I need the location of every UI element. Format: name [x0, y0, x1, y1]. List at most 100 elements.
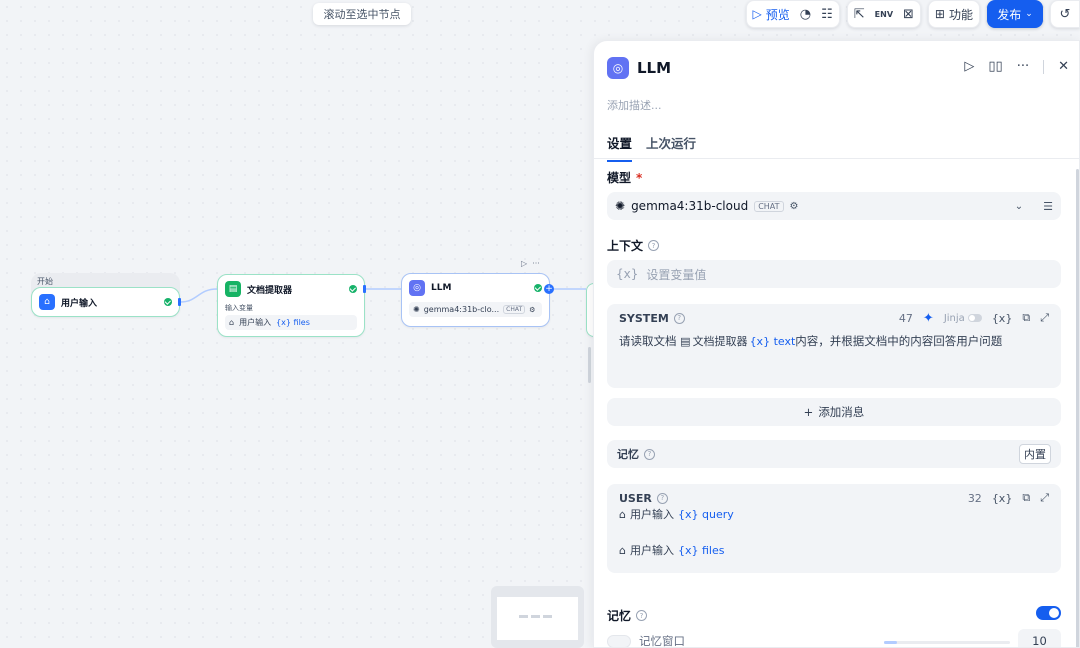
home-icon: ⌂	[229, 318, 235, 327]
llm-node[interactable]: ◎ LLM ✺ gemma4:31b-clo... CHAT ⚙	[401, 273, 550, 327]
memory-window-row: 记忆窗口	[607, 633, 685, 647]
description-input[interactable]: 添加描述...	[607, 97, 662, 113]
context-label: 上下文?	[607, 237, 660, 254]
publish-button[interactable]: 发布 ⌄	[987, 0, 1043, 28]
document-icon: ▤	[680, 335, 691, 348]
system-prompt-editor[interactable]: SYSTEM ? 47 ✦ Jinja {x} ⧉ ⤢ 请读取文档 ▤ 文档提取器…	[607, 304, 1061, 388]
success-check-icon	[534, 284, 542, 292]
copy-icon[interactable]: ⧉	[1022, 491, 1030, 505]
memory-toggle[interactable]	[1036, 606, 1061, 620]
panel-scrollbar[interactable]	[1076, 169, 1079, 647]
run-node-icon[interactable]: ▷	[521, 259, 527, 268]
scroll-to-node-button[interactable]: 滚动至选中节点	[313, 3, 411, 25]
variable-pill: ⌂ 用户输入 {x} files	[619, 542, 1049, 560]
help-icon[interactable]: ?	[648, 240, 660, 251]
llm-node-model: ✺ gemma4:31b-clo... CHAT ⚙	[409, 302, 542, 317]
panel-title[interactable]: LLM	[637, 59, 671, 77]
document-icon: ▤	[225, 281, 241, 297]
model-settings-icon: ⚙	[529, 305, 536, 314]
help-icon[interactable]: ?	[673, 312, 685, 324]
memory-label: 记忆?	[607, 607, 648, 624]
model-params-icon[interactable]: ☰	[1043, 200, 1053, 213]
variable-insert-icon[interactable]: {x}	[992, 312, 1013, 325]
system-prompt-text[interactable]: 请读取文档 ▤ 文档提取器 {x} text 内容，并根据文档中的内容回答用户问题	[607, 332, 1061, 351]
help-icon[interactable]: ?	[656, 492, 668, 504]
copy-icon[interactable]: ⧉	[1022, 311, 1030, 325]
token-count: 32	[967, 491, 982, 505]
memory-window-value[interactable]: 10	[1018, 629, 1061, 647]
builtin-badge: 内置	[1019, 444, 1051, 464]
checklist-icon[interactable]: ☷	[821, 7, 833, 22]
user-role-label: USER	[619, 491, 652, 505]
book-icon[interactable]: ▯▯	[988, 59, 1002, 74]
expand-icon[interactable]: ⤢	[1040, 311, 1049, 325]
token-count: 47	[898, 311, 913, 325]
home-icon: ⌂	[619, 508, 626, 521]
input-variable-label: 输入变量	[225, 304, 253, 312]
play-icon: ▷	[752, 7, 762, 21]
chevron-down-icon: ⌄	[1025, 9, 1033, 19]
success-check-icon	[164, 298, 172, 306]
context-variable-input[interactable]: {x} 设置变量值	[607, 260, 1061, 288]
input-variable-pill: ⌂ 用户输入 {x} files	[225, 315, 357, 330]
sparkle-icon[interactable]: ✦	[923, 311, 934, 326]
config-tools-group: ⇱ ENV ⊠	[846, 0, 921, 28]
expand-icon[interactable]: ⤢	[1040, 491, 1049, 505]
run-history-icon[interactable]: ◔	[800, 7, 811, 22]
history-button[interactable]: ↺	[1050, 0, 1080, 28]
help-icon[interactable]: ?	[636, 610, 648, 621]
llm-node-title: LLM	[431, 283, 452, 293]
success-check-icon	[349, 285, 357, 293]
history-icon: ↺	[1059, 6, 1071, 22]
model-config-icon: ⚙	[789, 200, 799, 212]
llm-settings-panel: ◎ LLM ▷ ▯▯ ··· ✕ 添加描述... 设置 上次运行 模型 * ✺ g…	[593, 40, 1080, 648]
features-group: ⊞ 功能	[927, 0, 980, 28]
memory-window-toggle[interactable]	[607, 634, 631, 647]
run-tools-group: ▷ 预览 ◔ ☷	[745, 0, 840, 28]
start-node[interactable]: ⌂ 用户输入	[31, 287, 180, 317]
home-icon: ⌂	[619, 544, 626, 557]
more-icon[interactable]: ···	[532, 259, 540, 268]
llm-icon: ◎	[607, 57, 629, 79]
system-role-label: SYSTEM	[619, 311, 669, 325]
variable-pill: ▤ 文档提取器 {x} text	[680, 333, 795, 351]
node-quick-actions: ▷ ···	[521, 259, 540, 268]
variable-icon: {x}	[616, 267, 639, 281]
plus-icon: +	[803, 405, 814, 419]
doc-extractor-node[interactable]: ▤ 文档提取器 输入变量 ⌂ 用户输入 {x} files	[217, 274, 365, 337]
panel-actions: ▷ ▯▯ ··· ✕	[964, 59, 1069, 74]
model-label: 模型 *	[607, 170, 643, 186]
start-node-port[interactable]	[178, 298, 181, 306]
minimap[interactable]	[491, 586, 584, 648]
model-provider-icon: ✺	[413, 305, 420, 314]
model-mode-badge: CHAT	[754, 200, 784, 212]
top-toolbar: ▷ 预览 ◔ ☷ ⇱ ENV ⊠ ⊞ 功能 发布 ⌄ ↺	[745, 0, 1080, 28]
user-prompt-editor[interactable]: USER ? 32 {x} ⧉ ⤢ ⌂ 用户输入 {x} query ⌂ 用户输入 …	[607, 484, 1061, 573]
model-selector[interactable]: ✺ gemma4:31b-cloud CHAT ⚙ ⌄ ☰	[607, 192, 1061, 220]
chevron-down-icon: ⌄	[1014, 200, 1024, 212]
env-icon[interactable]: ENV	[875, 10, 893, 19]
workflow-edges	[179, 288, 586, 303]
variable-icon[interactable]: ⊠	[903, 7, 914, 22]
close-icon[interactable]: ✕	[1058, 59, 1069, 74]
extractor-node-port[interactable]	[363, 285, 366, 293]
variable-insert-icon[interactable]: {x}	[992, 492, 1013, 505]
llm-icon: ◎	[409, 280, 425, 296]
model-name: gemma4:31b-cloud	[631, 199, 749, 213]
help-icon[interactable]: ?	[644, 448, 655, 460]
jinja-toggle[interactable]: Jinja	[944, 313, 982, 324]
panel-resize-handle[interactable]	[588, 347, 591, 383]
home-icon: ⌂	[39, 294, 55, 310]
memory-row: 记忆 ? 内置	[607, 440, 1061, 468]
run-icon[interactable]: ▷	[964, 59, 974, 74]
add-next-node-button[interactable]: +	[544, 284, 554, 294]
memory-window-slider[interactable]	[884, 641, 1010, 644]
add-message-button[interactable]: + 添加消息	[607, 398, 1061, 426]
features-icon: ⊞	[934, 7, 945, 21]
export-icon[interactable]: ⇱	[854, 7, 865, 22]
preview-button[interactable]: ▷ 预览	[753, 6, 790, 23]
features-button[interactable]: ⊞ 功能	[935, 6, 973, 23]
more-icon[interactable]: ···	[1017, 59, 1029, 74]
model-provider-icon: ✺	[615, 199, 626, 213]
extractor-node-title: 文档提取器	[247, 285, 293, 296]
